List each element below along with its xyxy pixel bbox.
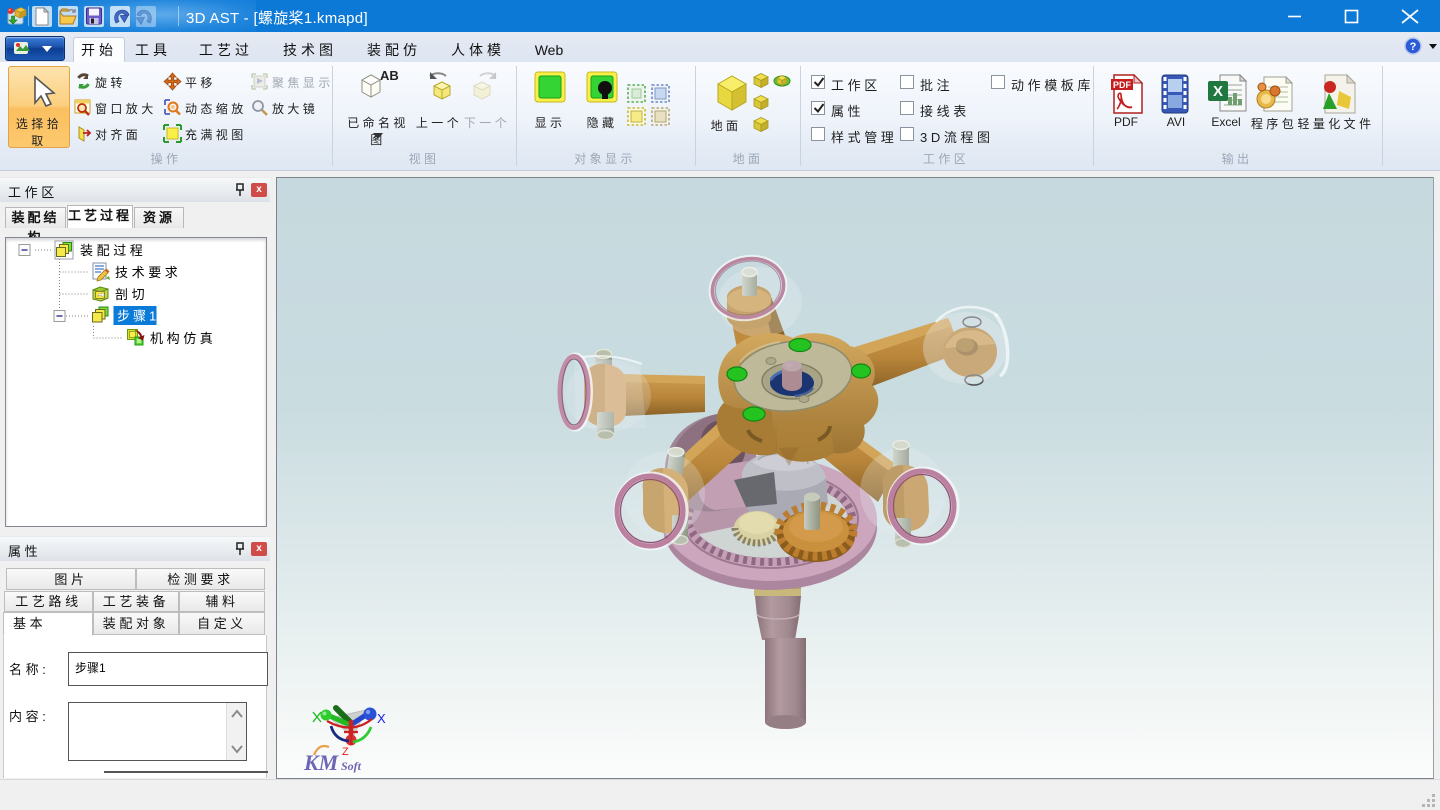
svg-text:PDF: PDF <box>1113 80 1132 90</box>
svg-text:KM: KM <box>303 750 340 775</box>
svg-text:机构仿真: 机构仿真 <box>150 331 216 346</box>
svg-text:剖切: 剖切 <box>115 287 148 302</box>
svg-text:X: X <box>1213 83 1223 100</box>
svg-text:技术要求: 技术要求 <box>115 265 181 280</box>
svg-text:步骤1: 步骤1 <box>117 309 159 324</box>
svg-text:Z: Z <box>342 746 349 758</box>
svg-text:X: X <box>377 711 386 726</box>
svg-text:AB: AB <box>380 68 399 83</box>
svg-text:?: ? <box>1410 41 1417 53</box>
svg-text:Soft: Soft <box>341 759 362 773</box>
svg-text:装配过程: 装配过程 <box>80 243 146 258</box>
